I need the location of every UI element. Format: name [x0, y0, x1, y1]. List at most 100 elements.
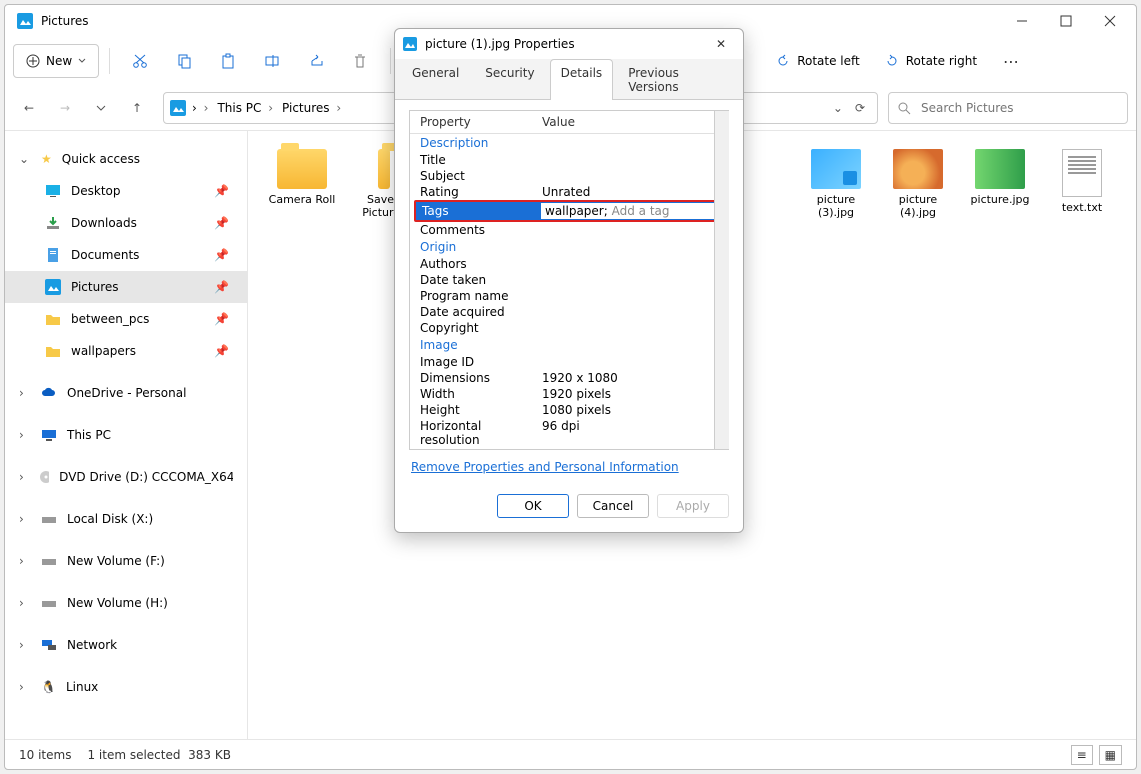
more-button[interactable]: ⋯ — [991, 44, 1031, 78]
paste-icon — [220, 53, 236, 69]
breadcrumb[interactable]: This PC — [217, 101, 276, 115]
drive-icon — [41, 553, 57, 569]
close-button[interactable] — [1088, 5, 1132, 37]
prop-rating[interactable]: Rating — [420, 185, 542, 199]
image-thumbnail — [811, 149, 861, 189]
file-item[interactable]: picture (4).jpg — [882, 149, 954, 219]
details-view-button[interactable]: ≡ — [1071, 745, 1093, 765]
sidebar-vol-f[interactable]: › New Volume (F:) — [5, 545, 247, 577]
sidebar-thispc[interactable]: ›This PC — [5, 419, 247, 451]
chevron-right-icon: › — [19, 680, 31, 694]
tab-security[interactable]: Security — [474, 59, 545, 100]
sidebar-item-pictures[interactable]: Pictures📌 — [5, 271, 247, 303]
file-item[interactable]: picture.jpg — [964, 149, 1036, 219]
pin-icon: 📌 — [214, 280, 229, 294]
prop-dimensions[interactable]: Dimensions — [420, 371, 542, 385]
maximize-button[interactable] — [1044, 5, 1088, 37]
cut-button[interactable] — [120, 44, 160, 78]
status-selection: 1 item selected 383 KB — [87, 748, 231, 762]
paste-button[interactable] — [208, 44, 248, 78]
share-button[interactable] — [296, 44, 336, 78]
apply-button[interactable]: Apply — [657, 494, 729, 518]
dialog-close-button[interactable]: ✕ — [707, 37, 735, 51]
file-item[interactable]: Camera Roll — [266, 149, 338, 219]
sidebar-dvd[interactable]: ›DVD Drive (D:) CCCOMA_X64FRE_EN-US — [5, 461, 247, 493]
tab-previous[interactable]: Previous Versions — [617, 59, 737, 100]
prop-authors[interactable]: Authors — [420, 257, 542, 271]
prop-comments[interactable]: Comments — [420, 223, 542, 237]
ok-button[interactable]: OK — [497, 494, 569, 518]
sidebar-item-label: Local Disk (X:) — [67, 512, 153, 526]
prop-title[interactable]: Title — [420, 153, 542, 167]
copy-button[interactable] — [164, 44, 204, 78]
prop-height[interactable]: Height — [420, 403, 542, 417]
statusbar: 10 items 1 item selected 383 KB ≡ ▦ — [5, 739, 1136, 769]
property-list[interactable]: PropertyValue Description Title Subject … — [409, 110, 729, 450]
pin-icon: 📌 — [214, 184, 229, 198]
tab-general[interactable]: General — [401, 59, 470, 100]
back-button[interactable]: ← — [13, 92, 45, 124]
breadcrumb[interactable]: Pictures — [282, 101, 344, 115]
sidebar-item-label: Network — [67, 638, 117, 652]
chevron-right-icon: › — [19, 554, 31, 568]
col-property[interactable]: Property — [420, 115, 542, 129]
prop-date-taken[interactable]: Date taken — [420, 273, 542, 287]
sidebar-network[interactable]: › Network — [5, 629, 247, 661]
sidebar-item-downloads[interactable]: Downloads📌 — [5, 207, 247, 239]
prop-date-acq[interactable]: Date acquired — [420, 305, 542, 319]
prop-tags-label: Tags — [416, 202, 540, 220]
col-value[interactable]: Value — [542, 115, 575, 129]
rotate-right-icon — [884, 53, 900, 69]
breadcrumb[interactable]: › — [192, 101, 211, 115]
download-icon — [45, 215, 61, 231]
dialog-titlebar[interactable]: picture (1).jpg Properties ✕ — [395, 29, 743, 59]
forward-button[interactable]: → — [49, 92, 81, 124]
sidebar-item-label: Linux — [66, 680, 98, 694]
sidebar-item-wallpapers[interactable]: wallpapers📌 — [5, 335, 247, 367]
quick-access[interactable]: ⌄ ★ Quick access — [5, 143, 247, 175]
prop-image-id[interactable]: Image ID — [420, 355, 542, 369]
tags-placeholder[interactable]: Add a tag — [612, 204, 670, 218]
remove-properties-link[interactable]: Remove Properties and Personal Informati… — [411, 460, 679, 474]
recent-dropdown[interactable] — [85, 92, 117, 124]
prop-hres[interactable]: Horizontal resolution — [420, 419, 542, 447]
sidebar-item-between_pcs[interactable]: between_pcs📌 — [5, 303, 247, 335]
rename-button[interactable] — [252, 44, 292, 78]
search-box[interactable] — [888, 92, 1128, 124]
new-button[interactable]: New — [13, 44, 99, 78]
sidebar-item-label: Quick access — [62, 152, 140, 166]
prop-width[interactable]: Width — [420, 387, 542, 401]
refresh-icon[interactable]: ⟳ — [849, 101, 871, 115]
sidebar-item-label: Downloads — [71, 216, 137, 230]
file-item[interactable]: text.txt — [1046, 149, 1118, 219]
rotate-right-button[interactable]: Rotate right — [874, 44, 987, 78]
sidebar-vol-x[interactable]: ›Local Disk (X:) — [5, 503, 247, 535]
rotate-left-label: Rotate left — [797, 54, 860, 68]
prop-rating-value: Unrated — [542, 185, 719, 199]
sidebar-item-desktop[interactable]: Desktop📌 — [5, 175, 247, 207]
search-input[interactable] — [919, 100, 1119, 116]
delete-button[interactable] — [340, 44, 380, 78]
sidebar-linux[interactable]: ›🐧Linux — [5, 671, 247, 703]
prop-copyright[interactable]: Copyright — [420, 321, 542, 335]
file-item[interactable]: picture (3).jpg — [800, 149, 872, 219]
sidebar-onedrive[interactable]: ›OneDrive - Personal — [5, 377, 247, 409]
prop-tags-row[interactable]: Tags wallpaper; Add a tag — [414, 200, 723, 222]
prop-subject[interactable]: Subject — [420, 169, 542, 183]
up-button[interactable]: ↑ — [121, 92, 153, 124]
tab-details[interactable]: Details — [550, 59, 614, 100]
sidebar-vol-h[interactable]: ›New Volume (H:) — [5, 587, 247, 619]
network-icon — [41, 637, 57, 653]
thumbnail-view-button[interactable]: ▦ — [1099, 745, 1122, 765]
app-icon — [17, 13, 33, 29]
rotate-left-button[interactable]: Rotate left — [765, 44, 870, 78]
minimize-button[interactable] — [1000, 5, 1044, 37]
sidebar-item-label: New Volume (F:) — [67, 554, 165, 568]
chevron-right-icon: › — [19, 638, 31, 652]
prop-program[interactable]: Program name — [420, 289, 542, 303]
cut-icon — [132, 53, 148, 69]
chevron-down-icon[interactable]: ⌄ — [833, 101, 843, 115]
cancel-button[interactable]: Cancel — [577, 494, 649, 518]
sidebar-item-documents[interactable]: Documents📌 — [5, 239, 247, 271]
chevron-right-icon: › — [19, 596, 31, 610]
